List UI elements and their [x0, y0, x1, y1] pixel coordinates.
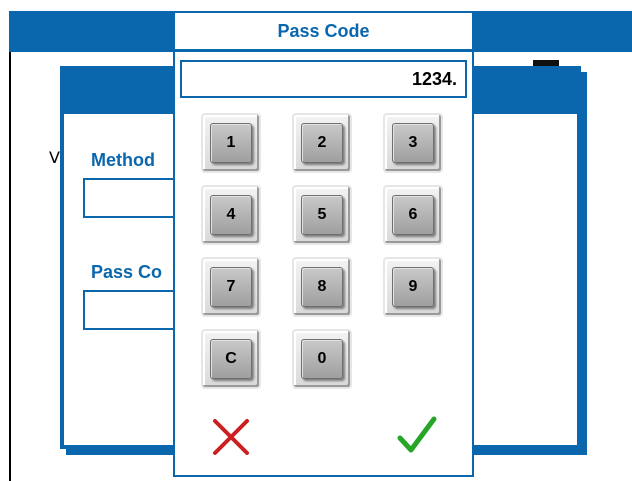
modal-title: Pass Code	[175, 13, 472, 52]
key-label: 6	[392, 195, 434, 235]
cancel-button[interactable]	[209, 415, 253, 459]
key-label: 0	[301, 339, 343, 379]
key-8[interactable]: 8	[292, 257, 352, 317]
key-1[interactable]: 1	[201, 113, 261, 173]
passcode-modal: Pass Code 1234. 1 2 3 4 5 6 7 8 9 C 0	[173, 11, 474, 477]
key-label: 8	[301, 267, 343, 307]
method-label: Method	[91, 150, 155, 170]
key-label: 2	[301, 123, 343, 163]
green-check-icon	[397, 416, 437, 453]
passcode-display: 1234.	[180, 60, 467, 98]
key-5[interactable]: 5	[292, 185, 352, 245]
confirm-button[interactable]	[395, 413, 439, 457]
key-label: 5	[301, 195, 343, 235]
key-3[interactable]: 3	[383, 113, 443, 173]
window-border	[9, 52, 11, 481]
key-label: 3	[392, 123, 434, 163]
passcode-label: Pass Co	[91, 262, 163, 282]
key-6[interactable]: 6	[383, 185, 443, 245]
key-label: 9	[392, 267, 434, 307]
key-2[interactable]: 2	[292, 113, 352, 173]
background-text-fragment: V	[49, 148, 60, 167]
key-9[interactable]: 9	[383, 257, 443, 317]
key-label: 1	[210, 123, 252, 163]
key-0[interactable]: 0	[292, 329, 352, 389]
key-label: C	[210, 339, 252, 379]
key-clear[interactable]: C	[201, 329, 261, 389]
key-4[interactable]: 4	[201, 185, 261, 245]
key-label: 4	[210, 195, 252, 235]
key-label: 7	[210, 267, 252, 307]
red-x-icon	[213, 419, 249, 455]
key-7[interactable]: 7	[201, 257, 261, 317]
